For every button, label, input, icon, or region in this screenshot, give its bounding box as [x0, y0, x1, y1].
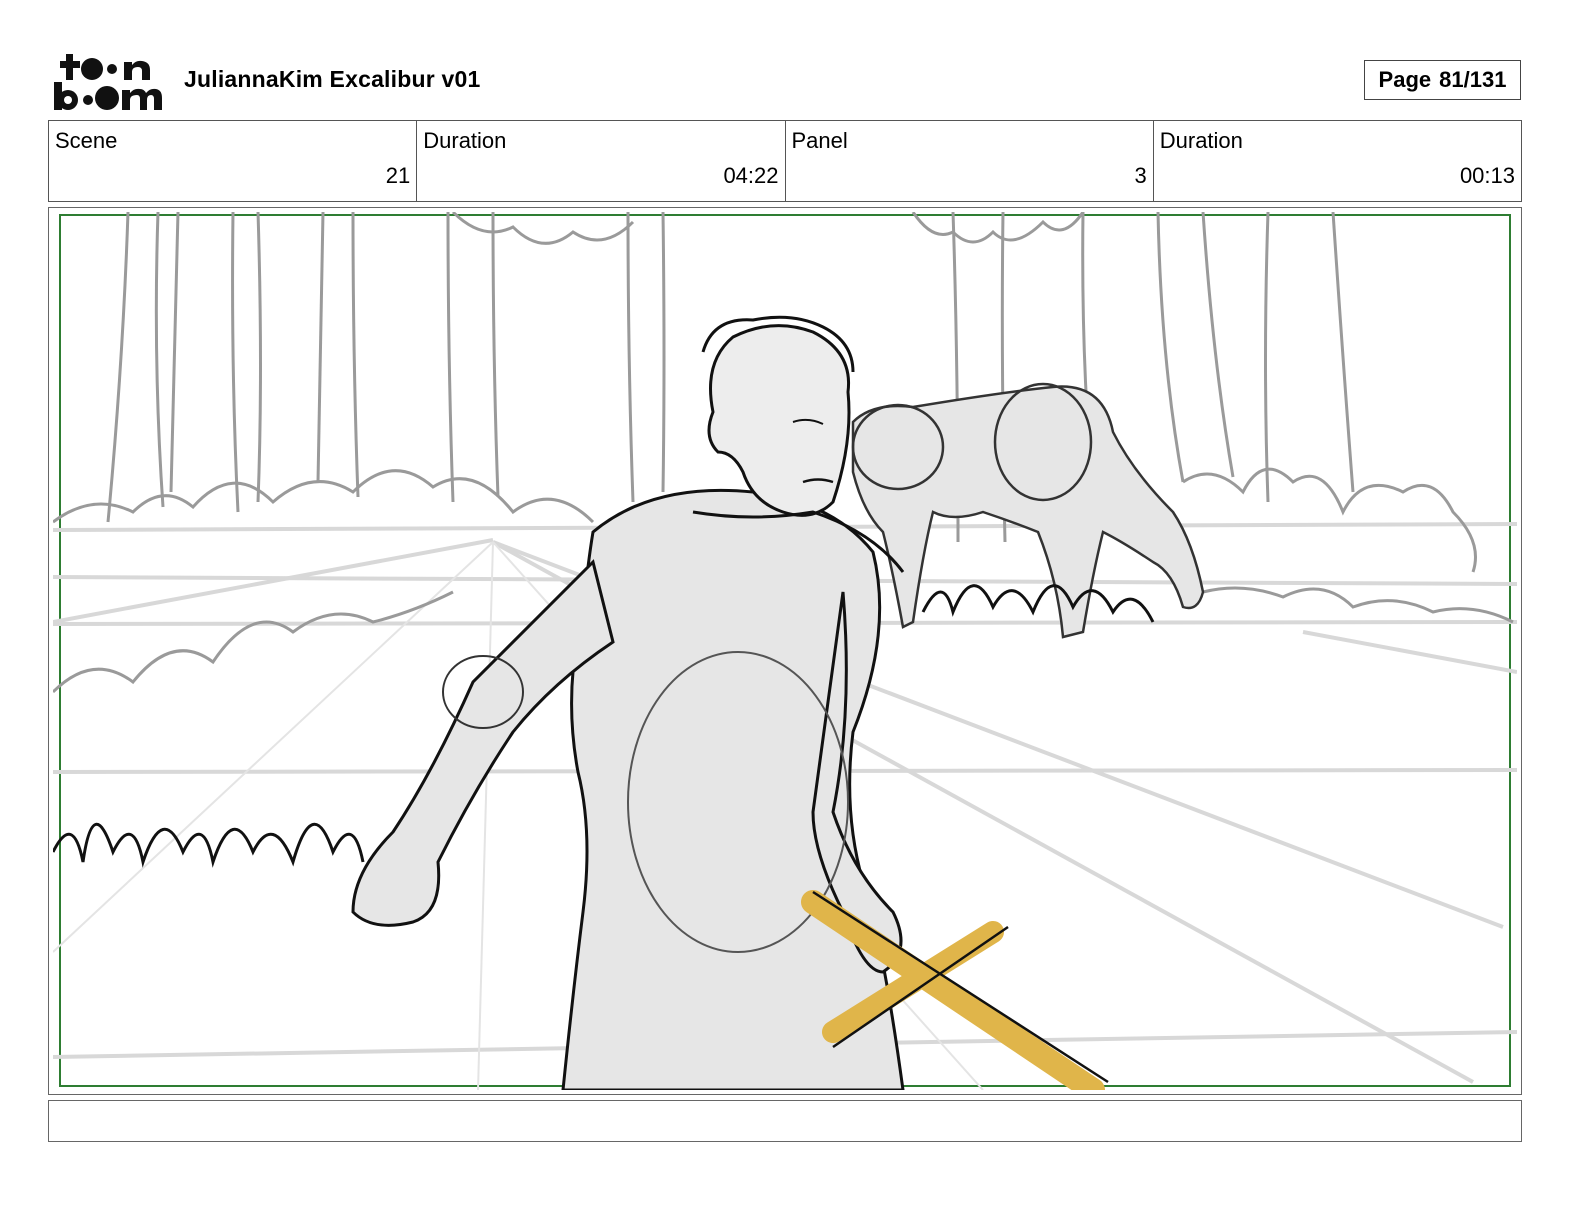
scene-value: 21	[385, 163, 411, 188]
panel-value: 3	[1134, 163, 1147, 188]
panel-duration-label: Duration	[1159, 128, 1243, 153]
scene-duration-value: 04:22	[723, 163, 779, 188]
scene-cell: Scene 21	[49, 121, 418, 201]
character-sketch	[351, 315, 905, 1090]
panel-duration-value: 00:13	[1459, 163, 1515, 188]
panel-label: Panel	[791, 128, 848, 153]
panel-notes-box	[48, 1100, 1522, 1142]
panel-duration-cell: Duration 00:13	[1154, 121, 1521, 201]
project-title: JuliannaKim Excalibur v01	[184, 66, 481, 92]
scene-duration-label: Duration	[423, 128, 507, 153]
scene-duration-cell: Duration 04:22	[417, 121, 786, 201]
panel-cell: Panel 3	[786, 121, 1154, 201]
page-label: Page	[1378, 67, 1432, 92]
panel-info-row: Scene 21 Duration 04:22 Panel 3 Duration…	[48, 120, 1522, 202]
panel-image-frame	[48, 207, 1522, 1095]
page-indicator: Page 81/131	[1364, 60, 1521, 100]
storyboard-sketch-image	[53, 212, 1517, 1090]
horse-sketch	[851, 382, 1205, 639]
scene-label: Scene	[55, 128, 118, 153]
toonboom-logo	[52, 52, 164, 112]
page-number: 81/131	[1439, 67, 1507, 92]
